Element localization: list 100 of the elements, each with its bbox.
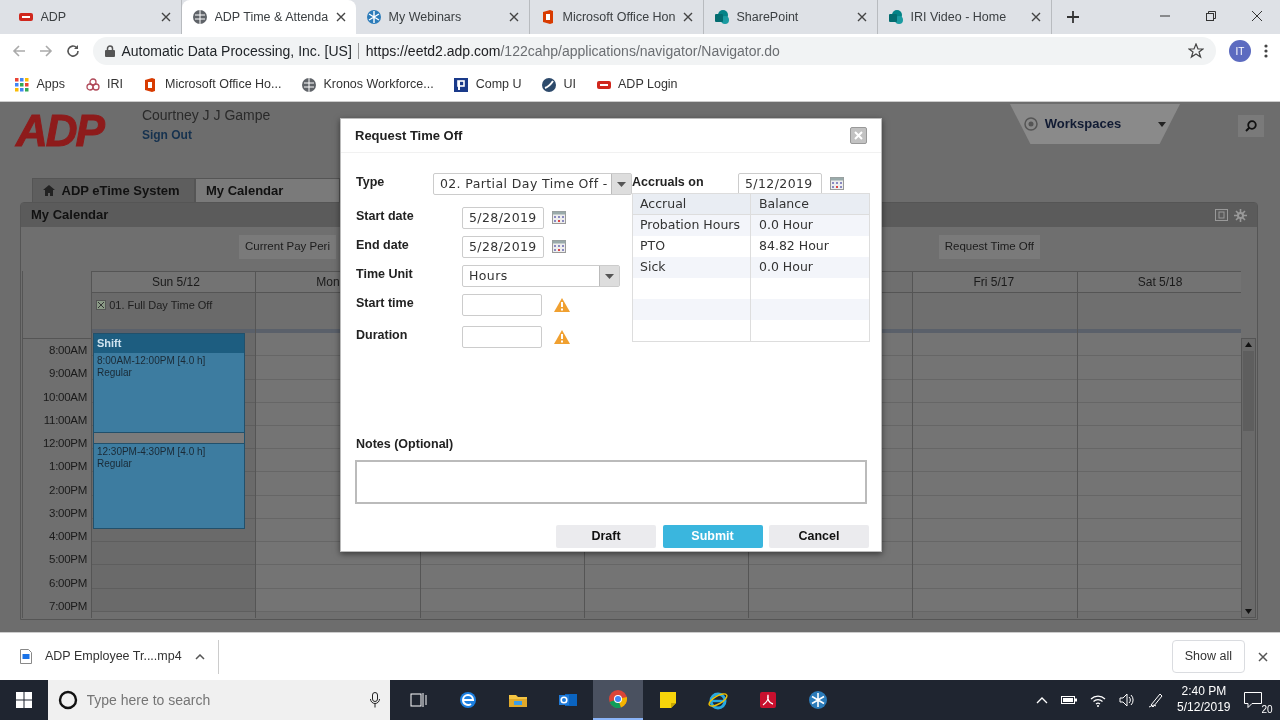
bookmark[interactable]: Kronos Workforce...: [300, 75, 434, 94]
chevron-up-icon: [194, 653, 205, 660]
globe-icon: [300, 76, 317, 93]
calendar-icon[interactable]: [552, 240, 566, 253]
day-header: Fri 5/17: [913, 271, 1077, 293]
close-icon[interactable]: [336, 12, 346, 22]
profile-avatar[interactable]: IT: [1229, 40, 1251, 62]
column-header: Accrual: [633, 194, 751, 214]
microphone-icon: [370, 692, 380, 708]
close-icon[interactable]: [857, 12, 867, 22]
star-icon[interactable]: [1188, 43, 1204, 59]
toolbar-button[interactable]: Current Pay Peri: [239, 235, 336, 259]
time-label: 12:00PM: [42, 436, 88, 451]
swirl-icon: [541, 76, 558, 93]
search-button[interactable]: [1238, 115, 1264, 137]
close-icon[interactable]: [1251, 10, 1263, 22]
dialog-button[interactable]: Cancel: [769, 524, 869, 548]
bookmark[interactable]: ADP Login: [595, 75, 678, 94]
table-cell: Probation Hours: [633, 215, 751, 236]
search-field[interactable]: Type here to search: [84, 688, 364, 712]
field-label: Duration: [356, 327, 409, 344]
toolbar-button[interactable]: Request Time Off: [938, 235, 1040, 259]
ie-icon[interactable]: [708, 690, 729, 710]
close-icon[interactable]: [509, 12, 519, 22]
user-name: Courtney J J Gampe: [141, 106, 271, 126]
show-all-button[interactable]: Show all: [1171, 640, 1245, 673]
close-icon[interactable]: [1031, 12, 1041, 22]
snowflake-icon[interactable]: [808, 690, 829, 710]
date-field[interactable]: 5/28/2019: [462, 207, 544, 229]
app-tab[interactable]: My Calendar: [195, 178, 340, 202]
clock[interactable]: 2:40 PM 5/12/2019: [1177, 684, 1231, 716]
reload-icon[interactable]: [66, 44, 80, 58]
pay-code: Regular: [96, 457, 132, 470]
field-label: Accruals on: [632, 174, 705, 191]
dropdown[interactable]: Hours: [462, 265, 620, 287]
column-header: Balance: [758, 194, 810, 213]
close-icon[interactable]: [683, 12, 693, 22]
close-icon[interactable]: [161, 12, 171, 22]
search-box[interactable]: Type here to search: [48, 680, 390, 720]
download-item[interactable]: ADP Employee Tr....mp4: [20, 639, 219, 674]
calendar-icon[interactable]: [552, 211, 566, 224]
time-label: 4:00PM: [48, 529, 88, 544]
bookmark[interactable]: IRI: [84, 75, 123, 94]
notes-field[interactable]: [355, 459, 867, 504]
browser-tab[interactable]: ADP Time & Attenda: [182, 0, 356, 34]
task-view-icon[interactable]: [408, 690, 429, 710]
chevron-up-icon[interactable]: [1036, 696, 1049, 704]
close-icon[interactable]: [1258, 651, 1268, 662]
pen-icon[interactable]: [1148, 692, 1165, 708]
menu-icon[interactable]: [1264, 43, 1268, 59]
dialog-title: Request Time Off: [355, 126, 463, 145]
shift-block[interactable]: Shift 8:00AM-12:00PM [4.0 h] Regular 12:30PM-4:30PM [4.0 h] Regular: [92, 333, 245, 529]
address-bar[interactable]: Automatic Data Processing, Inc. [US] https://eetd2.adp.com/122cahp/applications/navigator/Navigator.do: [93, 37, 1216, 65]
close-icon: [854, 131, 863, 140]
edge-icon[interactable]: [458, 690, 479, 710]
workspaces-menu[interactable]: Workspaces: [1010, 104, 1180, 144]
sticky-note-icon[interactable]: [658, 690, 679, 710]
time-label: 7:00PM: [48, 598, 88, 614]
day-header: Sat 5/18: [1077, 271, 1241, 293]
date-field[interactable]: 5/28/2019: [462, 236, 544, 258]
bookmark[interactable]: Microsoft Office Ho...: [142, 75, 282, 94]
caret-icon: [617, 181, 626, 187]
time-label: 5:00PM: [48, 552, 88, 568]
new-tab-icon[interactable]: [1066, 10, 1080, 24]
office-icon: [540, 9, 556, 25]
day-header: Sun 5/12: [91, 271, 256, 293]
globe-icon: [192, 9, 208, 25]
target-icon: [1024, 117, 1039, 131]
time-label: 3:00PM: [48, 505, 88, 521]
notification-icon[interactable]: [1243, 692, 1262, 708]
parking-icon: [453, 76, 470, 93]
time-label: 9:00AM: [48, 366, 88, 382]
input-field[interactable]: [462, 326, 542, 348]
time-label: 1:00PM: [48, 459, 88, 475]
date-field[interactable]: 5/12/2019: [738, 173, 822, 195]
chrome-icon[interactable]: [608, 689, 629, 709]
checkbox-icon: [95, 300, 106, 311]
notes-label: Notes (Optional): [356, 436, 455, 453]
speaker-icon[interactable]: [1119, 693, 1136, 707]
dialog-button[interactable]: Draft: [556, 524, 656, 548]
pdf-icon[interactable]: [758, 690, 779, 710]
field-label: Start time: [356, 295, 415, 312]
restore-icon[interactable]: [1205, 10, 1217, 22]
url-text: https://eetd2.adp.com/122cahp/applications/navigator/Navigator.do: [365, 41, 780, 61]
calendar-icon[interactable]: [830, 177, 844, 190]
sharepoint-icon: [714, 9, 730, 25]
table-cell-text: 0.0 Hour: [758, 258, 814, 277]
site-name: Automatic Data Processing, Inc. [US]: [121, 41, 352, 61]
notification-count: 20: [1260, 705, 1274, 715]
time-label: 6:00PM: [48, 575, 88, 591]
table-cell-text: 84.82 Hour: [758, 237, 830, 256]
input-field[interactable]: [462, 294, 542, 316]
dropdown[interactable]: 02. Partial Day Time Off -: [432, 173, 632, 195]
battery-icon[interactable]: [1061, 695, 1078, 705]
table-cell: Sick: [633, 257, 751, 278]
close-button[interactable]: [850, 127, 867, 144]
bookmark[interactable]: UI: [541, 75, 577, 94]
wifi-icon[interactable]: [1090, 693, 1107, 707]
bookmark[interactable]: Apps: [14, 75, 65, 94]
bookmark[interactable]: Comp U: [453, 75, 522, 94]
